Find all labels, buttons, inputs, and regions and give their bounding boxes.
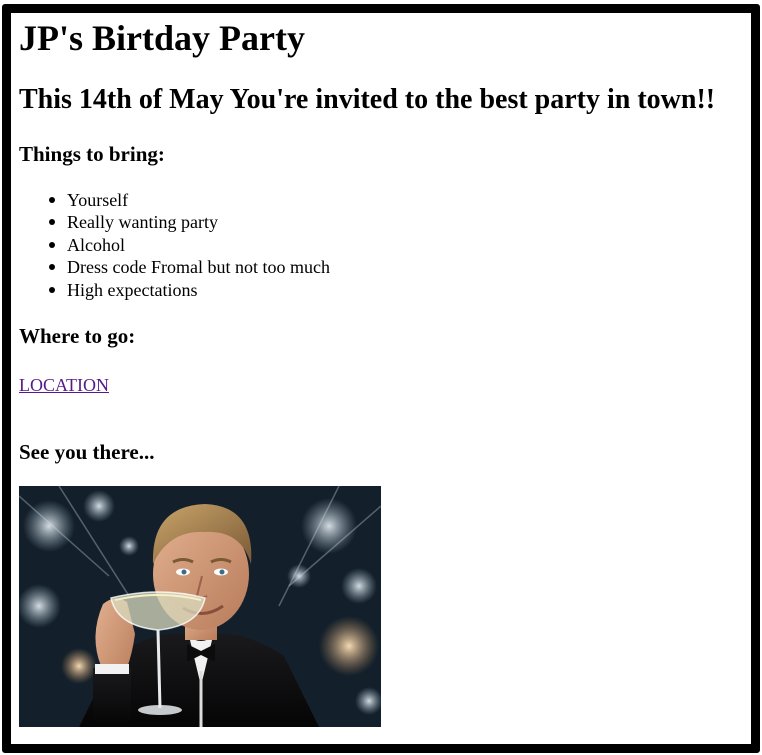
page-title: JP's Birtday Party (19, 18, 305, 58)
things-to-bring-heading: Things to bring: (19, 142, 165, 166)
bullet-icon (49, 264, 55, 271)
list-item: Alcohol (49, 234, 330, 256)
things-to-bring-list: Yourself Really wanting party Alcohol Dr… (19, 189, 330, 301)
party-image (19, 486, 381, 727)
where-to-go-heading: Where to go: (19, 324, 136, 348)
bullet-icon (49, 241, 55, 248)
list-item: Dress code Fromal but not too much (49, 256, 330, 278)
list-item: High expectations (49, 279, 330, 301)
list-item: Yourself (49, 189, 330, 211)
page-frame: JP's Birtday Party This 14th of May You'… (2, 4, 760, 753)
bullet-icon (49, 219, 55, 226)
location-link[interactable]: LOCATION (19, 374, 109, 396)
bullet-icon (49, 197, 55, 203)
bullet-icon (49, 286, 55, 293)
list-item: Really wanting party (49, 211, 330, 233)
man-raising-champagne-glass-illustration (19, 486, 381, 727)
see-you-there-heading: See you there... (19, 440, 155, 464)
invitation-subtitle: This 14th of May You're invited to the b… (19, 84, 716, 115)
